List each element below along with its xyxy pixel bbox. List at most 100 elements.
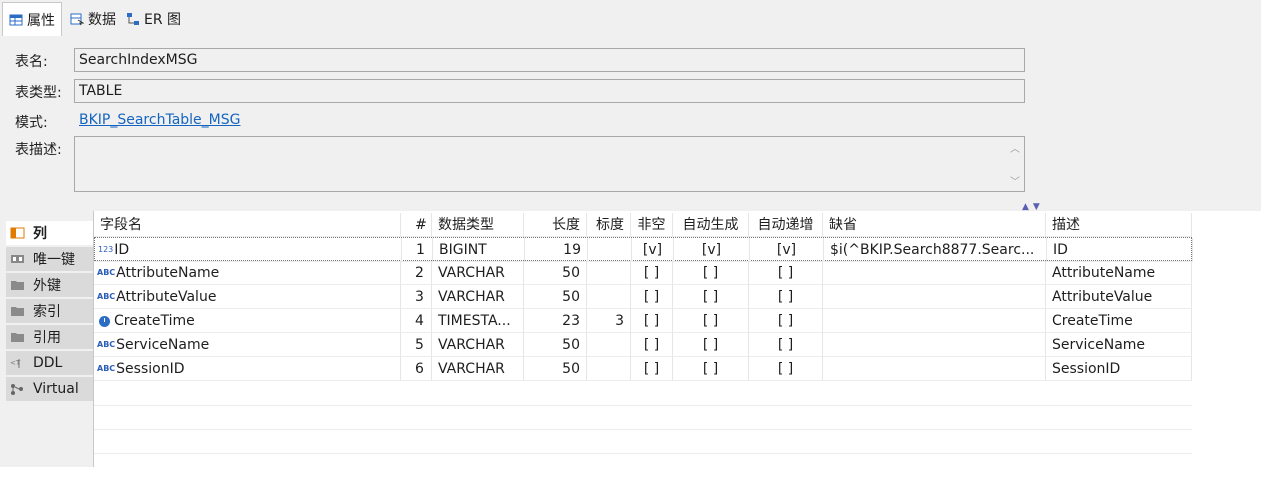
cell-scale[interactable] bbox=[587, 333, 631, 357]
header-auto-increment[interactable]: 自动递增 bbox=[749, 213, 823, 237]
side-tab-virtual[interactable]: Virtual bbox=[6, 377, 93, 402]
description-scrollbar[interactable]: ︿ ﹀ bbox=[1006, 137, 1024, 191]
side-tab-foreign-keys[interactable]: 外键 bbox=[6, 273, 93, 298]
side-tab-references[interactable]: 引用 bbox=[6, 325, 93, 350]
table-row[interactable]: ABCServiceName 5 VARCHAR 50 [ ] [ ] [ ] … bbox=[94, 333, 1192, 357]
header-description[interactable]: 描述 bbox=[1046, 213, 1192, 237]
cell-default[interactable] bbox=[823, 261, 1046, 285]
cell-field-name[interactable]: CreateTime bbox=[94, 309, 401, 333]
side-tab-indexes[interactable]: 索引 bbox=[6, 299, 93, 324]
cell-scale[interactable]: 3 bbox=[587, 309, 631, 333]
cell-auto-generated-checkbox[interactable]: [ ] bbox=[673, 357, 749, 381]
cell-not-null-checkbox[interactable]: [ ] bbox=[631, 333, 673, 357]
cell-ordinal[interactable]: 4 bbox=[401, 309, 432, 333]
cell-field-name[interactable]: ABCAttributeName bbox=[94, 261, 401, 285]
table-row[interactable]: ABCAttributeValue 3 VARCHAR 50 [ ] [ ] [… bbox=[94, 285, 1192, 309]
cell-data-type[interactable]: VARCHAR bbox=[432, 333, 524, 357]
cell-scale[interactable] bbox=[587, 357, 631, 381]
timestamp-type-icon bbox=[99, 315, 110, 327]
cell-scale[interactable] bbox=[587, 285, 631, 309]
header-field-name[interactable]: 字段名 bbox=[94, 213, 401, 237]
cell-not-null-checkbox[interactable]: [v] bbox=[632, 238, 674, 262]
cell-scale[interactable] bbox=[587, 261, 631, 285]
cell-length[interactable]: 50 bbox=[524, 333, 587, 357]
virtual-icon bbox=[11, 384, 23, 395]
header-auto-generated[interactable]: 自动生成 bbox=[673, 213, 749, 237]
tab-data[interactable]: 数据 bbox=[64, 2, 122, 35]
description-textarea[interactable]: ︿ ﹀ bbox=[74, 136, 1025, 192]
table-row[interactable]: 123ID 1 BIGINT 19 [v] [v] [v] $i(^BKIP.S… bbox=[94, 237, 1193, 262]
table-name-field[interactable]: SearchIndexMSG bbox=[74, 48, 1025, 72]
header-length[interactable]: 长度 bbox=[524, 213, 587, 237]
cell-scale[interactable] bbox=[588, 238, 632, 262]
cell-field-name[interactable]: ABCSessionID bbox=[94, 357, 401, 381]
cell-length[interactable]: 19 bbox=[525, 238, 588, 262]
schema-link[interactable]: BKIP_SearchTable_MSG bbox=[79, 112, 240, 128]
cell-description[interactable]: AttributeValue bbox=[1046, 285, 1192, 309]
table-row[interactable]: ABCSessionID 6 VARCHAR 50 [ ] [ ] [ ] Se… bbox=[94, 357, 1192, 381]
table-row[interactable]: CreateTime 4 TIMESTA... 23 3 [ ] [ ] [ ]… bbox=[94, 309, 1192, 333]
cell-default[interactable]: $i(^BKIP.Search8877.Searc... bbox=[824, 238, 1047, 262]
cell-data-type[interactable]: TIMESTA... bbox=[432, 309, 524, 333]
cell-default[interactable] bbox=[823, 357, 1046, 381]
cell-data-type[interactable]: VARCHAR bbox=[432, 357, 524, 381]
cell-ordinal[interactable]: 3 bbox=[401, 285, 432, 309]
cell-auto-generated-checkbox[interactable]: [ ] bbox=[673, 285, 749, 309]
field-name-text: AttributeValue bbox=[116, 289, 217, 305]
cell-field-name[interactable]: 123ID bbox=[95, 238, 402, 262]
header-scale[interactable]: 标度 bbox=[587, 213, 631, 237]
unique-key-icon bbox=[11, 255, 24, 263]
cell-description[interactable]: AttributeName bbox=[1046, 261, 1192, 285]
cell-length[interactable]: 50 bbox=[524, 357, 587, 381]
cell-description[interactable]: ID bbox=[1047, 238, 1193, 262]
cell-auto-increment-checkbox[interactable]: [ ] bbox=[749, 285, 823, 309]
cell-default[interactable] bbox=[823, 333, 1046, 357]
cell-auto-generated-checkbox[interactable]: [v] bbox=[674, 238, 750, 262]
cell-auto-increment-checkbox[interactable]: [ ] bbox=[749, 309, 823, 333]
header-not-null[interactable]: 非空 bbox=[631, 213, 673, 237]
side-tab-columns-label: 列 bbox=[33, 226, 47, 242]
cell-not-null-checkbox[interactable]: [ ] bbox=[631, 261, 673, 285]
cell-field-name[interactable]: ABCServiceName bbox=[94, 333, 401, 357]
cell-not-null-checkbox[interactable]: [ ] bbox=[631, 357, 673, 381]
header-data-type[interactable]: 数据类型 bbox=[432, 213, 524, 237]
header-default[interactable]: 缺省 bbox=[823, 213, 1046, 237]
cell-length[interactable]: 23 bbox=[524, 309, 587, 333]
tab-er-diagram[interactable]: ER 图 bbox=[120, 2, 187, 35]
cell-data-type[interactable]: VARCHAR bbox=[432, 261, 524, 285]
cell-default[interactable] bbox=[823, 309, 1046, 333]
cell-ordinal[interactable]: 1 bbox=[402, 238, 433, 262]
cell-ordinal[interactable]: 2 bbox=[401, 261, 432, 285]
table-row[interactable]: ABCAttributeName 2 VARCHAR 50 [ ] [ ] [ … bbox=[94, 261, 1192, 285]
cell-length[interactable]: 50 bbox=[524, 285, 587, 309]
cell-ordinal[interactable]: 6 bbox=[401, 357, 432, 381]
cell-field-name[interactable]: ABCAttributeValue bbox=[94, 285, 401, 309]
cell-auto-increment-checkbox[interactable]: [v] bbox=[750, 238, 824, 262]
cell-auto-generated-checkbox[interactable]: [ ] bbox=[673, 309, 749, 333]
cell-auto-generated-checkbox[interactable]: [ ] bbox=[673, 261, 749, 285]
cell-description[interactable]: CreateTime bbox=[1046, 309, 1192, 333]
cell-description[interactable]: ServiceName bbox=[1046, 333, 1192, 357]
cell-default[interactable] bbox=[823, 285, 1046, 309]
side-tab-columns[interactable]: 列 bbox=[6, 221, 93, 246]
cell-auto-increment-checkbox[interactable]: [ ] bbox=[749, 357, 823, 381]
table-type-field[interactable]: TABLE bbox=[74, 79, 1025, 103]
cell-auto-increment-checkbox[interactable]: [ ] bbox=[749, 261, 823, 285]
cell-length[interactable]: 50 bbox=[524, 261, 587, 285]
cell-not-null-checkbox[interactable]: [ ] bbox=[631, 309, 673, 333]
cell-auto-generated-checkbox[interactable]: [ ] bbox=[673, 333, 749, 357]
side-tab-panel: 列 唯一键 外键 索引 引用 <T DDL Virtual bbox=[0, 211, 94, 467]
cell-data-type[interactable]: VARCHAR bbox=[432, 285, 524, 309]
field-name-text: CreateTime bbox=[114, 313, 195, 329]
cell-ordinal[interactable]: 5 bbox=[401, 333, 432, 357]
header-ordinal[interactable]: # bbox=[401, 213, 432, 237]
scroll-up-icon[interactable]: ︿ bbox=[1010, 140, 1020, 155]
side-tab-ddl[interactable]: <T DDL bbox=[6, 351, 93, 376]
cell-description[interactable]: SessionID bbox=[1046, 357, 1192, 381]
cell-auto-increment-checkbox[interactable]: [ ] bbox=[749, 333, 823, 357]
side-tab-unique-keys[interactable]: 唯一键 bbox=[6, 247, 93, 272]
scroll-down-icon[interactable]: ﹀ bbox=[1010, 173, 1020, 188]
cell-data-type[interactable]: BIGINT bbox=[433, 238, 525, 262]
cell-not-null-checkbox[interactable]: [ ] bbox=[631, 285, 673, 309]
tab-properties[interactable]: 属性 bbox=[2, 2, 62, 37]
